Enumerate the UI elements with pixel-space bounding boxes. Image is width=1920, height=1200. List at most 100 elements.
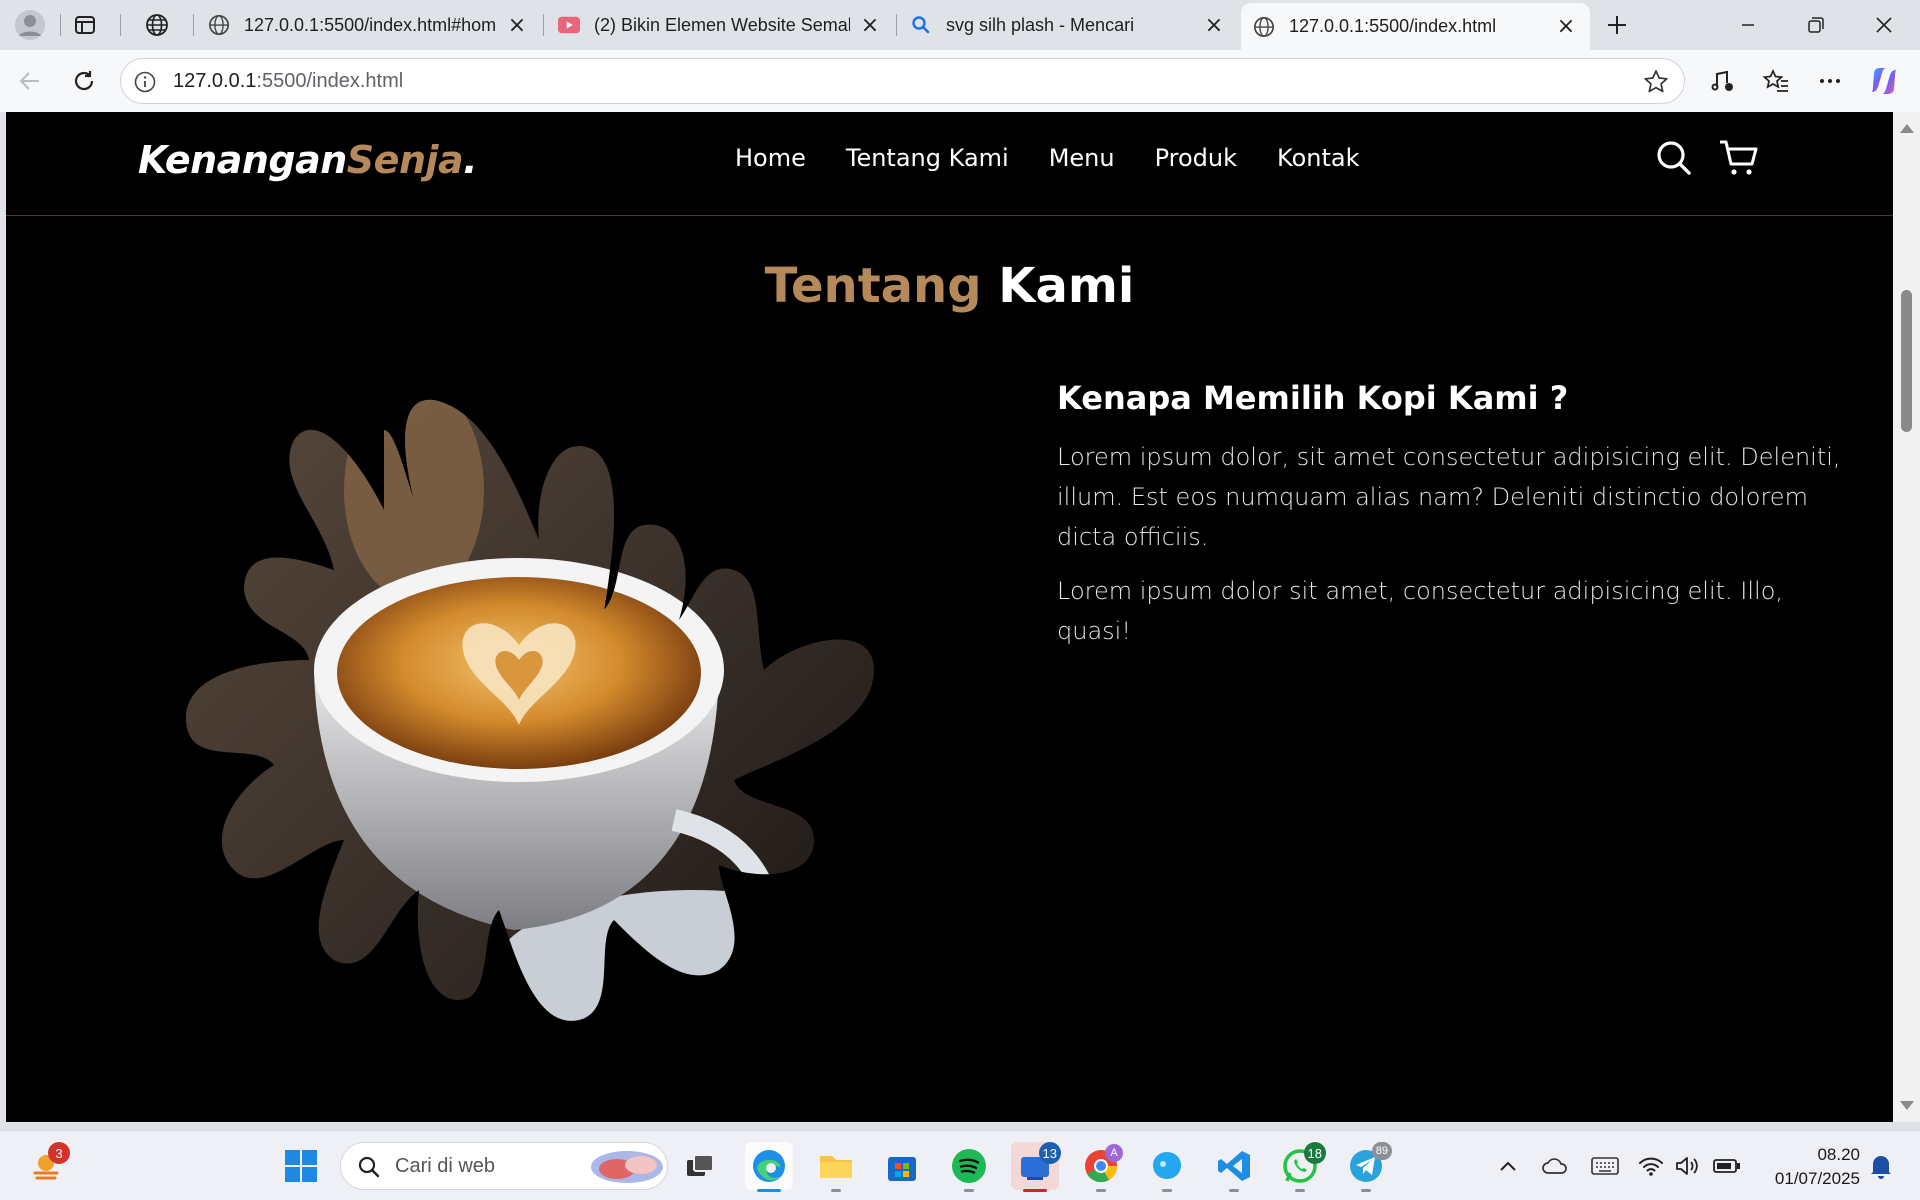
file-explorer-icon[interactable] (812, 1142, 860, 1192)
running-indicator (1096, 1189, 1106, 1192)
nav-icons (1654, 138, 1758, 178)
close-tab-icon[interactable]: × (858, 13, 882, 38)
battery-icon[interactable] (1710, 1151, 1744, 1181)
about-paragraph: Lorem ipsum dolor sit amet, consectetur … (1057, 577, 1783, 645)
divider (120, 14, 121, 36)
system-clock[interactable]: 08.20 01/07/2025 (1756, 1143, 1860, 1191)
tab-youtube[interactable]: (2) Bikin Elemen Website Semaki × (546, 5, 894, 45)
running-indicator (1295, 1189, 1305, 1192)
weather-widget-icon[interactable]: 3 (22, 1142, 70, 1190)
whatsapp-icon[interactable]: 18 (1276, 1142, 1326, 1192)
notification-badge: 89 (1371, 1142, 1392, 1160)
url-text: 127.0.0.1:5500/index.html (173, 70, 404, 92)
telegram-icon[interactable]: 89 (1342, 1142, 1392, 1192)
copilot-icon[interactable] (1866, 63, 1902, 99)
tab-bing-search[interactable]: svg silh plash - Mencari × (898, 5, 1238, 45)
workspaces-globe-icon[interactable] (140, 9, 174, 41)
vscode-icon[interactable] (1210, 1142, 1258, 1192)
active-indicator (757, 1189, 781, 1192)
web-page: KenanganSenja. Home Tentang Kami Menu Pr… (6, 112, 1893, 1122)
search-icon (910, 14, 932, 36)
tab-title: 127.0.0.1:5500/index.html (1289, 16, 1497, 36)
close-tab-icon[interactable]: × (505, 13, 529, 38)
coffee-splash-image (174, 370, 904, 1090)
read-aloud-icon[interactable] (1705, 63, 1741, 99)
edge-browser-icon[interactable] (745, 1142, 793, 1192)
running-indicator (831, 1189, 841, 1192)
divider (543, 14, 544, 36)
youtube-icon (558, 14, 580, 36)
show-hidden-icons-chevron-icon[interactable] (1496, 1151, 1520, 1181)
profile-avatar-icon[interactable] (10, 7, 50, 43)
chrome-icon[interactable]: A (1077, 1142, 1125, 1192)
back-arrow-icon[interactable] (10, 61, 50, 101)
notification-badge: 18 (1303, 1142, 1326, 1164)
teams-icon[interactable]: 13 (1011, 1142, 1061, 1192)
running-indicator (1361, 1189, 1371, 1192)
page-scrollbar[interactable] (1893, 112, 1920, 1122)
notification-badge: 3 (48, 1142, 70, 1164)
divider (60, 14, 61, 36)
address-bar[interactable]: 127.0.0.1:5500/index.html (120, 58, 1685, 104)
clock-date: 01/07/2025 (1774, 1169, 1860, 1188)
tab-actions-icon[interactable] (68, 9, 102, 41)
site-logo[interactable]: KenanganSenja. (138, 138, 478, 182)
tab-title: svg silh plash - Mencari (946, 14, 1135, 35)
spotify-icon[interactable] (945, 1142, 993, 1192)
wifi-icon[interactable] (1636, 1151, 1666, 1181)
onedrive-cloud-icon[interactable] (1540, 1151, 1570, 1181)
nav-link-menu[interactable]: Menu (1049, 144, 1115, 172)
shopping-cart-icon[interactable] (1718, 138, 1758, 178)
minimize-icon[interactable] (1715, 0, 1781, 50)
search-placeholder: Cari di web (395, 1155, 496, 1177)
clock-time: 08.20 (1817, 1145, 1860, 1164)
microsoft-store-icon[interactable] (878, 1142, 926, 1190)
close-window-icon[interactable] (1851, 0, 1917, 50)
search-icon (357, 1155, 381, 1183)
scrollbar-thumb[interactable] (1901, 290, 1912, 432)
scroll-up-arrow-icon[interactable] (1900, 124, 1914, 133)
taskbar-search[interactable]: Cari di web (340, 1142, 668, 1190)
about-paragraph: Lorem ipsum dolor, sit amet consectetur … (1057, 443, 1841, 551)
site-navbar: KenanganSenja. Home Tentang Kami Menu Pr… (6, 112, 1893, 216)
copilot-app-icon[interactable] (1143, 1142, 1191, 1192)
section-title: Tentang Kami (764, 258, 1135, 314)
active-indicator (1023, 1189, 1047, 1192)
task-view-icon[interactable] (676, 1142, 724, 1190)
running-indicator (1162, 1189, 1172, 1192)
divider (896, 14, 897, 36)
keyboard-icon[interactable] (1590, 1151, 1620, 1181)
close-tab-icon[interactable]: × (1554, 14, 1578, 39)
scroll-down-arrow-icon[interactable] (1900, 1101, 1914, 1110)
nav-link-produk[interactable]: Produk (1155, 144, 1237, 172)
tab-title: (2) Bikin Elemen Website Semaki (594, 14, 850, 35)
start-windows-icon[interactable] (277, 1142, 325, 1190)
divider (193, 14, 194, 36)
more-options-icon[interactable] (1812, 63, 1848, 99)
favorite-star-icon[interactable] (1642, 68, 1670, 96)
close-tab-icon[interactable]: × (1202, 13, 1226, 38)
volume-icon[interactable] (1672, 1151, 1702, 1181)
tab-title: 127.0.0.1:5500/index.html#home (244, 14, 497, 35)
running-indicator (964, 1189, 974, 1192)
browser-tab-strip: 127.0.0.1:5500/index.html#home × (2) Bik… (0, 0, 1920, 50)
nav-link-home[interactable]: Home (735, 144, 806, 172)
windows-taskbar: 3 Cari di web 13 A 18 89 08.20 01/07/202… (0, 1130, 1920, 1200)
site-info-icon[interactable] (133, 70, 157, 94)
favorites-icon[interactable] (1758, 63, 1794, 99)
nav-links: Home Tentang Kami Menu Produk Kontak (735, 144, 1359, 172)
globe-icon (1253, 16, 1275, 38)
search-icon[interactable] (1654, 138, 1694, 178)
profile-badge-icon: A (1105, 1144, 1123, 1162)
tab-active-index[interactable]: 127.0.0.1:5500/index.html × (1241, 3, 1590, 50)
running-indicator (1229, 1189, 1239, 1192)
tab-home[interactable]: 127.0.0.1:5500/index.html#home × (196, 5, 541, 45)
nav-link-kontak[interactable]: Kontak (1277, 144, 1359, 172)
restore-icon[interactable] (1783, 0, 1849, 50)
about-content: Kenapa Memilih Kopi Kami ? Lorem ipsum d… (1057, 379, 1847, 665)
nav-link-tentang-kami[interactable]: Tentang Kami (846, 144, 1009, 172)
new-tab-plus-icon[interactable] (1600, 9, 1634, 41)
refresh-icon[interactable] (64, 61, 104, 101)
notification-bell-icon[interactable] (1866, 1149, 1896, 1183)
globe-icon (208, 14, 230, 36)
